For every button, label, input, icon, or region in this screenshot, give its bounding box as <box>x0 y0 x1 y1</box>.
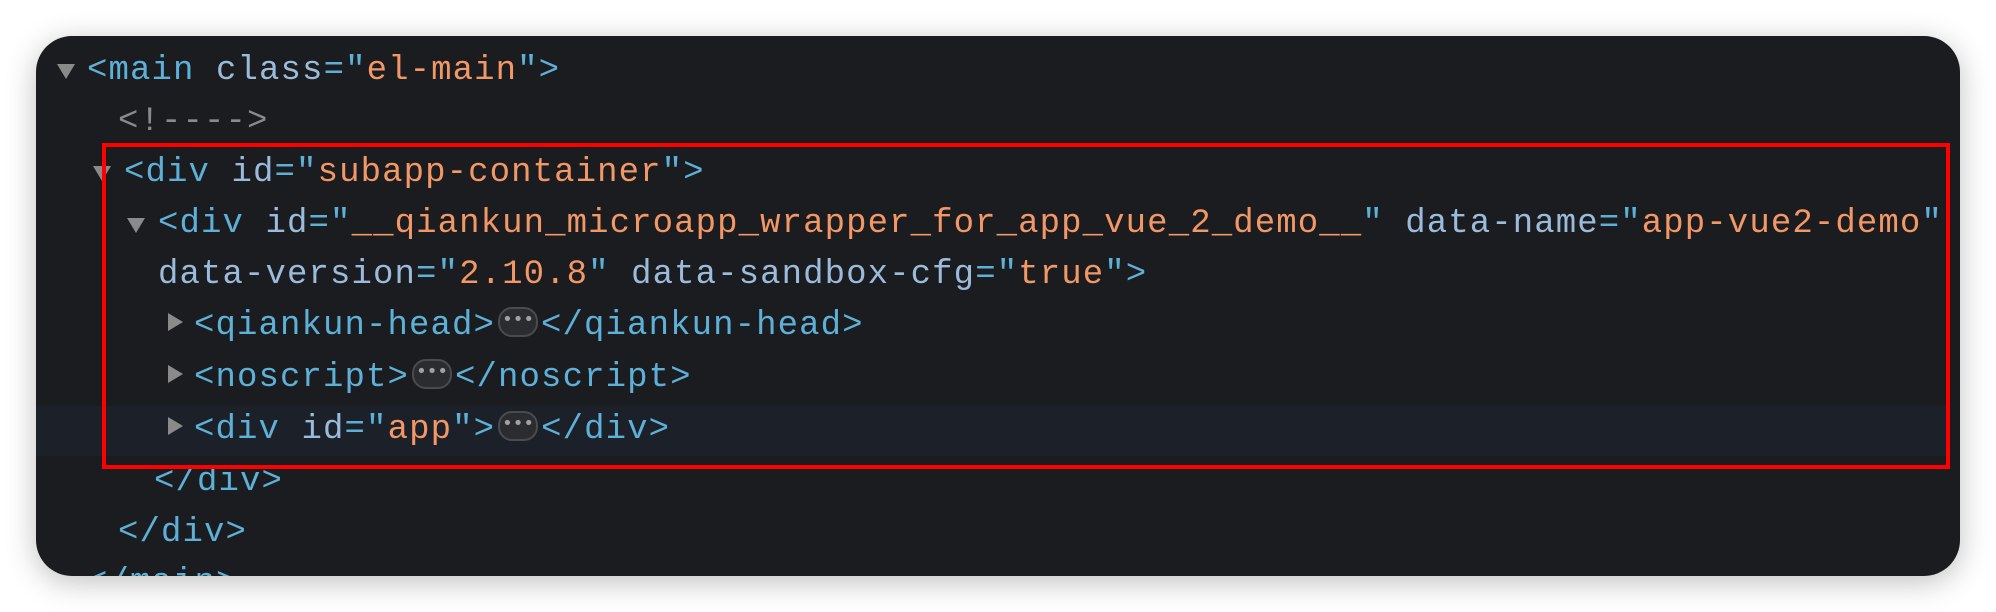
tag-close: > <box>538 52 561 90</box>
dom-node-main[interactable]: <main class="el-main"> <box>87 46 560 97</box>
devtools-elements-panel: <main class="el-main"> <!----> <div id="… <box>36 36 1960 576</box>
tag-end: </main> <box>87 564 238 576</box>
dom-node-close-main[interactable]: </main> <box>87 558 238 576</box>
attr-value: el-main <box>366 52 518 90</box>
punctuation: " <box>517 52 539 90</box>
punctuation: =" <box>323 52 367 90</box>
tag-open: <main <box>87 52 195 90</box>
dom-node-close-div[interactable]: </div> <box>118 508 247 559</box>
comment-text: <!----> <box>118 103 269 141</box>
expand-triangle-icon[interactable] <box>57 64 75 79</box>
attr-name: class <box>216 52 324 90</box>
tag-end: </div> <box>118 514 248 552</box>
dom-node-comment[interactable]: <!----> <box>118 97 269 148</box>
annotation-highlight-box <box>102 143 1950 469</box>
